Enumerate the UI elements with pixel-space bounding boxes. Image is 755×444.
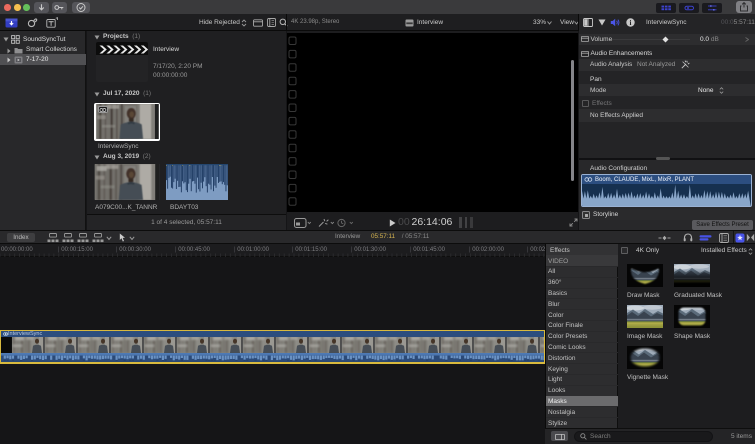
- svg-text:i: i: [630, 19, 632, 27]
